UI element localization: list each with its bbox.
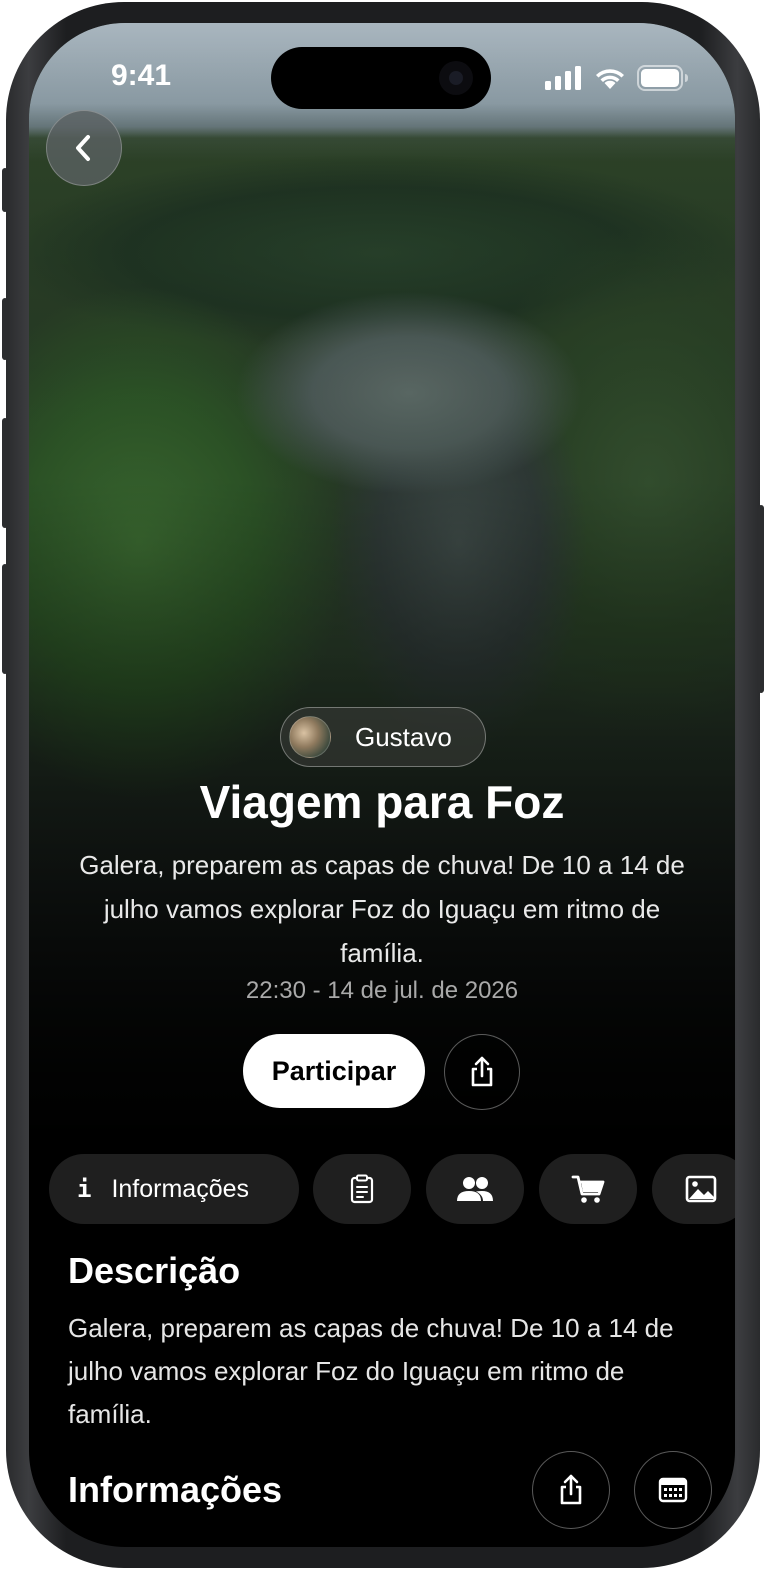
screen: 9:41 Gustavo Viagem para Foz Galera, pre… <box>29 23 735 1547</box>
avatar <box>289 716 331 758</box>
host-name: Gustavo <box>355 721 452 752</box>
info-heading: Informações <box>68 1469 283 1510</box>
volume-up-button <box>2 298 8 360</box>
join-button[interactable]: Participar <box>243 1034 425 1108</box>
tab-checklist[interactable] <box>313 1154 411 1224</box>
event-title: Viagem para Foz <box>199 776 565 828</box>
share-button[interactable] <box>444 1034 520 1110</box>
description-text: Galera, preparem as capas de chuva! De 1… <box>68 1313 674 1429</box>
power-button <box>758 505 764 693</box>
tab-participants[interactable] <box>426 1154 524 1224</box>
description-heading: Descrição <box>68 1250 241 1291</box>
tab-photos[interactable] <box>652 1154 735 1224</box>
people-icon <box>457 1177 493 1201</box>
cart-icon <box>571 1175 605 1203</box>
status-icons <box>545 65 689 91</box>
tab-bar: i Informações <box>49 1154 735 1224</box>
share-icon <box>471 1056 493 1087</box>
tab-informacoes[interactable]: i Informações <box>49 1154 299 1224</box>
action-button <box>2 168 8 212</box>
signal-icon <box>545 66 581 90</box>
tab-shopping[interactable] <box>539 1154 637 1224</box>
volume-lower-button <box>2 564 8 674</box>
back-button[interactable] <box>46 110 122 186</box>
wifi-icon <box>596 69 624 89</box>
dynamic-island <box>271 47 491 109</box>
camera-icon <box>439 61 473 95</box>
host-chip[interactable]: Gustavo <box>280 707 486 767</box>
status-time: 9:41 <box>111 59 172 92</box>
chevron-left-icon <box>76 135 90 161</box>
share-info-button[interactable] <box>532 1451 610 1529</box>
calendar-icon <box>658 1477 688 1503</box>
info-icon: i <box>77 1175 92 1203</box>
share-icon <box>560 1474 582 1505</box>
event-datetime: 22:30 - 14 de jul. de 2026 <box>245 977 519 1004</box>
battery-icon <box>637 65 688 91</box>
image-icon <box>685 1175 717 1203</box>
tab-label: Informações <box>111 1174 250 1203</box>
event-subtitle: Galera, preparem as capas de chuva! De 1… <box>79 850 685 968</box>
volume-down-button <box>2 418 8 528</box>
clipboard-icon <box>350 1174 374 1204</box>
add-to-calendar-button[interactable] <box>634 1451 712 1529</box>
